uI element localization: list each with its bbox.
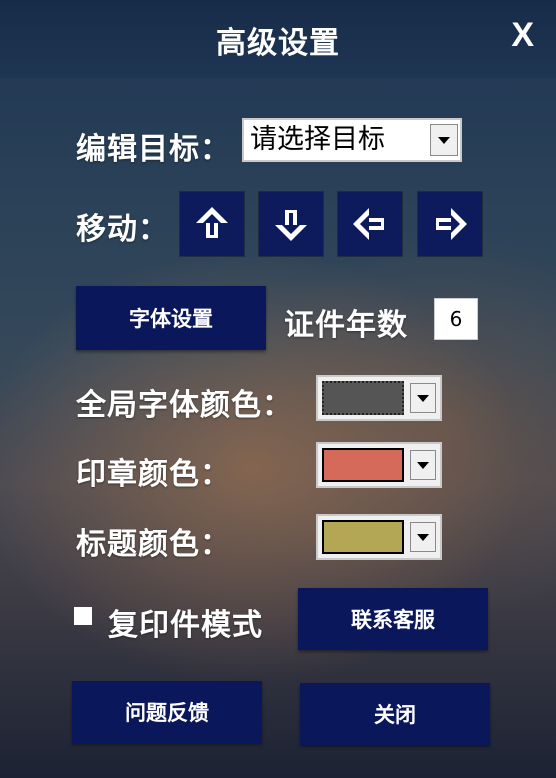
cert-years-input[interactable]: 6 [434, 298, 478, 340]
edit-target-selected-value: 请选择目标 [250, 124, 385, 155]
title-color-label: 标题颜色： [76, 527, 231, 562]
move-down-button[interactable] [259, 192, 323, 256]
move-left-button[interactable] [338, 192, 402, 256]
move-up-button[interactable] [180, 192, 244, 256]
copy-mode-checkbox[interactable] [74, 607, 92, 625]
title-bar: 高级设置 X [0, 0, 556, 78]
global-font-color-picker[interactable] [316, 375, 442, 421]
close-button[interactable]: 关闭 [300, 683, 490, 745]
close-window-button[interactable]: X [511, 16, 534, 55]
seal-color-picker[interactable] [316, 442, 442, 488]
chevron-down-icon [417, 394, 429, 402]
edit-target-select[interactable]: 请选择目标 [242, 118, 462, 162]
seal-color-label: 印章颜色： [76, 457, 231, 492]
up-arrow-icon [196, 207, 228, 238]
right-arrow-icon [436, 208, 467, 240]
edit-target-dropdown-button[interactable] [430, 124, 458, 156]
global-font-color-label: 全局字体颜色： [76, 388, 293, 423]
chevron-down-icon [417, 533, 429, 541]
left-arrow-icon [353, 208, 384, 240]
contact-support-button[interactable]: 联系客服 [298, 588, 488, 650]
cert-years-label: 证件年数 [284, 308, 408, 343]
move-label: 移动： [76, 212, 169, 247]
copy-mode-label: 复印件模式 [108, 608, 263, 643]
title-color-swatch [322, 520, 404, 554]
global-font-color-dropdown-button[interactable] [410, 383, 436, 413]
move-right-button[interactable] [418, 192, 482, 256]
chevron-down-icon [438, 136, 450, 144]
title-color-dropdown-button[interactable] [410, 522, 436, 552]
title-color-picker[interactable] [316, 514, 442, 560]
chevron-down-icon [417, 461, 429, 469]
feedback-button[interactable]: 问题反馈 [72, 681, 262, 743]
window-title: 高级设置 [216, 26, 340, 61]
global-font-color-swatch [322, 381, 404, 415]
seal-color-swatch [322, 448, 404, 482]
down-arrow-icon [275, 210, 307, 241]
seal-color-dropdown-button[interactable] [410, 450, 436, 480]
edit-target-label: 编辑目标： [76, 132, 231, 167]
font-settings-button[interactable]: 字体设置 [76, 286, 266, 350]
